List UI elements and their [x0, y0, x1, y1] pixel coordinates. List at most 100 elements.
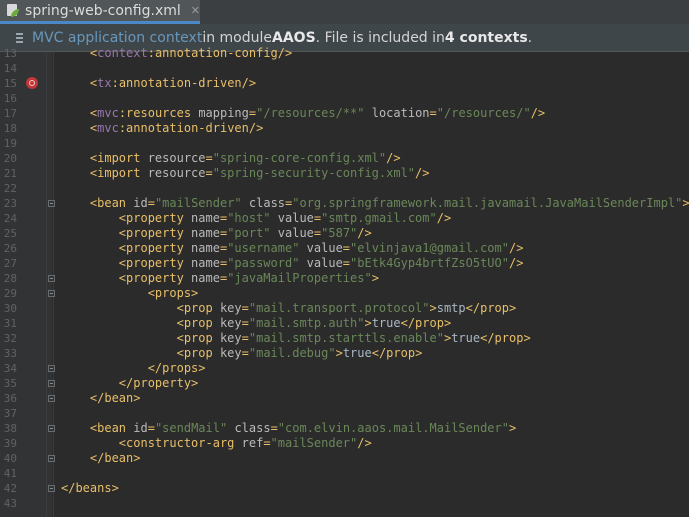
code-line[interactable]: 33 <prop key="mail.debug">true</prop>	[0, 346, 689, 361]
code-line[interactable]: 26 <property name="username" value="elvi…	[0, 241, 689, 256]
fold-toggle-icon[interactable]	[48, 200, 55, 207]
code-line[interactable]: 21 <import resource="spring-security-con…	[0, 166, 689, 181]
code-text: <mvc:annotation-driven/>	[89, 121, 264, 135]
code-text: <import resource="spring-security-config…	[89, 166, 430, 180]
line-number: 25	[3, 227, 17, 240]
line-number: 32	[3, 332, 17, 345]
code-line[interactable]: 30 <prop key="mail.transport.protocol">s…	[0, 301, 689, 316]
fold-toggle-icon[interactable]	[48, 290, 55, 297]
code-text: </property>	[118, 376, 199, 390]
code-text: <mvc:resources mapping="/resources/**" l…	[89, 106, 546, 120]
line-number: 36	[3, 392, 17, 405]
line-number: 22	[3, 182, 17, 195]
fold-toggle-icon[interactable]	[48, 365, 55, 372]
fold-toggle-icon[interactable]	[48, 485, 55, 492]
code-line[interactable]: 40 </bean>	[0, 451, 689, 466]
code-text: <prop key="mail.transport.protocol">smtp…	[176, 301, 517, 315]
context-link[interactable]: MVC application context	[32, 30, 202, 46]
line-number: 15	[3, 77, 17, 90]
fold-toggle-icon[interactable]	[48, 425, 55, 432]
code-text: <bean id="sendMail" class="com.elvin.aao…	[89, 421, 517, 435]
code-text: <property name="javaMailProperties">	[118, 271, 379, 285]
code-line[interactable]: 43	[0, 496, 689, 511]
fold-toggle-icon[interactable]	[48, 275, 55, 282]
code-text: <property name="host" value="smtp.gmail.…	[118, 211, 452, 225]
editor-tab-bar: spring-web-config.xml ✕	[0, 0, 689, 24]
code-line[interactable]: 16	[0, 91, 689, 106]
code-text: <prop key="mail.debug">true</prop>	[176, 346, 423, 360]
fold-toggle-icon[interactable]	[48, 395, 55, 402]
line-number: 16	[3, 92, 17, 105]
editor-tab[interactable]: spring-web-config.xml ✕	[0, 0, 200, 24]
line-number: 35	[3, 377, 17, 390]
code-line[interactable]: 36 </bean>	[0, 391, 689, 406]
code-line[interactable]: 27 <property name="password" value="bEtk…	[0, 256, 689, 271]
line-number: 34	[3, 362, 17, 375]
line-number: 37	[3, 407, 17, 420]
code-line[interactable]: 23 <bean id="mailSender" class="org.spri…	[0, 196, 689, 211]
line-number: 26	[3, 242, 17, 255]
tab-title: spring-web-config.xml	[25, 2, 181, 19]
code-line[interactable]: 41	[0, 466, 689, 481]
code-text: <tx:annotation-driven/>	[89, 76, 257, 90]
code-line[interactable]: 15 <tx:annotation-driven/>	[0, 76, 689, 91]
line-number: 39	[3, 437, 17, 450]
code-text: <prop key="mail.smtp.auth">true</prop>	[176, 316, 452, 330]
code-line[interactable]: 42 </beans>	[0, 481, 689, 496]
line-number: 41	[3, 467, 17, 480]
code-text: </props>	[147, 361, 206, 375]
banner-module-name: AAOS	[272, 29, 316, 46]
code-line[interactable]: 35 </property>	[0, 376, 689, 391]
line-number: 40	[3, 452, 17, 465]
code-line[interactable]: 25 <property name="port" value="587"/>	[0, 226, 689, 241]
line-number: 17	[3, 107, 17, 120]
code-line[interactable]: 37	[0, 406, 689, 421]
code-text: <property name="port" value="587"/>	[118, 226, 372, 240]
code-text: </beans>	[61, 481, 119, 495]
code-line[interactable]: 14	[0, 61, 689, 76]
line-number: 38	[3, 422, 17, 435]
banner-context-count: 4 contexts	[444, 29, 528, 46]
line-number: 21	[3, 167, 17, 180]
code-line[interactable]: 38 <bean id="sendMail" class="com.elvin.…	[0, 421, 689, 436]
code-text: <props>	[147, 286, 199, 300]
code-line[interactable]: 20 <import resource="spring-core-config.…	[0, 151, 689, 166]
code-line[interactable]: 28 <property name="javaMailProperties">	[0, 271, 689, 286]
close-tab-icon[interactable]: ✕	[191, 4, 200, 17]
line-number: 30	[3, 302, 17, 315]
code-editor[interactable]: 13 <context:annotation-config/> 14 15 <tx:…	[0, 46, 689, 517]
line-number: 13	[3, 47, 17, 60]
code-line[interactable]: 22	[0, 181, 689, 196]
code-line[interactable]: 31 <prop key="mail.smtp.auth">true</prop…	[0, 316, 689, 331]
line-number: 43	[3, 497, 17, 510]
code-line[interactable]: 18 <mvc:annotation-driven/>	[0, 121, 689, 136]
fold-toggle-icon[interactable]	[48, 455, 55, 462]
spring-bean-gutter-icon[interactable]	[26, 77, 38, 89]
code-text: <property name="username" value="elvinja…	[118, 241, 524, 255]
line-number: 31	[3, 317, 17, 330]
code-line[interactable]: 34 </props>	[0, 361, 689, 376]
context-list-icon	[14, 32, 24, 44]
code-text: <context:annotation-config/>	[89, 46, 293, 60]
code-text: <property name="password" value="bEtk4Gy…	[118, 256, 524, 270]
banner-included-text: . File is included in	[315, 29, 445, 46]
code-line[interactable]: 17 <mvc:resources mapping="/resources/**…	[0, 106, 689, 121]
code-line[interactable]: 13 <context:annotation-config/>	[0, 46, 689, 61]
code-line[interactable]: 19	[0, 136, 689, 151]
code-line[interactable]: 39 <constructor-arg ref="mailSender"/>	[0, 436, 689, 451]
fold-toggle-icon[interactable]	[48, 380, 55, 387]
line-number: 19	[3, 137, 17, 150]
code-text: </bean>	[89, 451, 141, 465]
code-line[interactable]: 29 <props>	[0, 286, 689, 301]
line-number: 24	[3, 212, 17, 225]
code-text: <constructor-arg ref="mailSender"/>	[118, 436, 372, 450]
line-number: 14	[3, 62, 17, 75]
code-text: <import resource="spring-core-config.xml…	[89, 151, 401, 165]
code-text: </bean>	[89, 391, 141, 405]
line-number: 28	[3, 272, 17, 285]
code-line[interactable]: 32 <prop key="mail.smtp.starttls.enable"…	[0, 331, 689, 346]
line-number: 27	[3, 257, 17, 270]
code-text: <prop key="mail.smtp.starttls.enable">tr…	[176, 331, 531, 345]
banner-in-module-text: in module	[202, 29, 273, 46]
code-line[interactable]: 24 <property name="host" value="smtp.gma…	[0, 211, 689, 226]
